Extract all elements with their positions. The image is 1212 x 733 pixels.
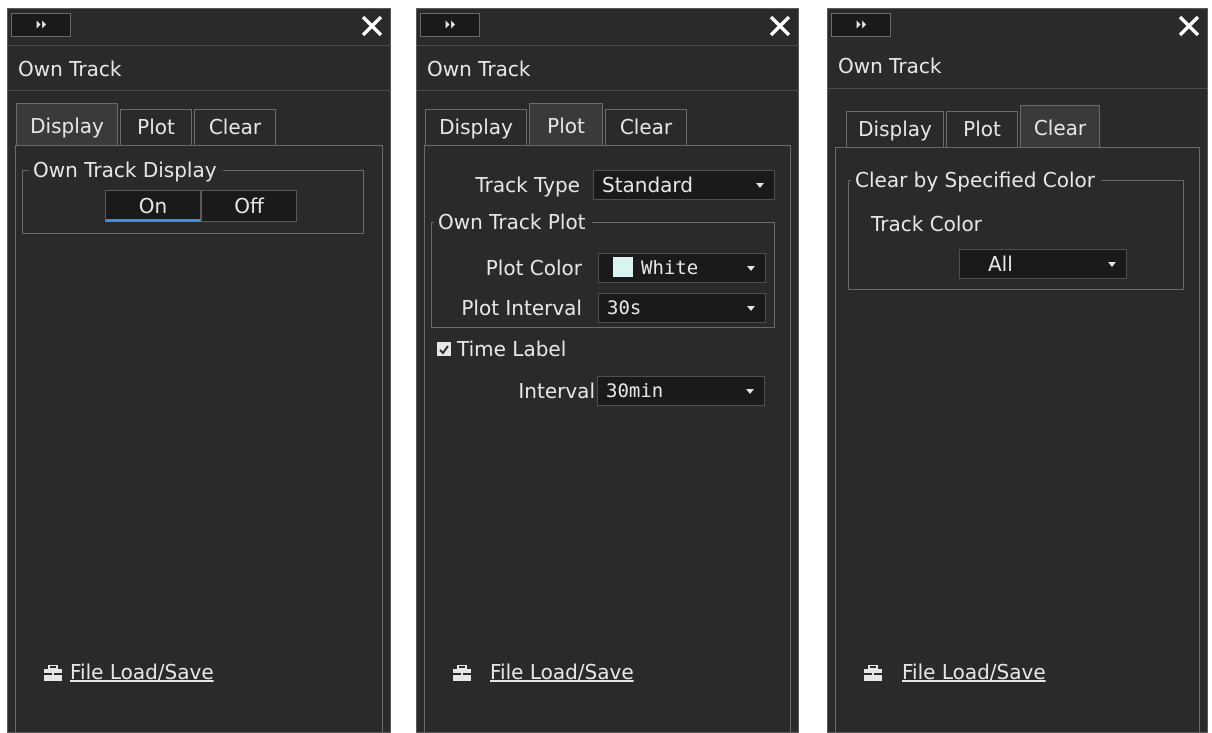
plot-color-label: Plot Color (485, 256, 582, 280)
tab-content: Clear by Specified Color Track Color All (835, 147, 1200, 732)
panel-title: Own Track (828, 43, 1207, 89)
plot-interval-value: 30s (607, 297, 642, 319)
tab-plot[interactable]: Plot (529, 103, 603, 145)
file-load-save-link[interactable]: File Load/Save (902, 659, 1046, 685)
tab-clear[interactable]: Clear (194, 109, 276, 145)
tab-plot[interactable]: Plot (946, 111, 1018, 147)
tab-display[interactable]: Display (846, 111, 944, 147)
own-track-plot-group: Own Track Plot Plot Color White Plot Int… (431, 209, 775, 328)
panel-title: Own Track (8, 45, 390, 91)
toolbox-icon (864, 665, 882, 681)
close-button[interactable] (359, 13, 385, 39)
track-type-value: Standard (602, 173, 693, 197)
track-color-label: Track Color (871, 212, 982, 236)
expand-button[interactable]: ⏵⏵ (831, 13, 891, 37)
panel-title: Own Track (417, 45, 798, 91)
toolbox-icon (44, 665, 62, 681)
file-load-save-link[interactable]: File Load/Save (70, 659, 214, 685)
track-color-select[interactable]: All (959, 249, 1127, 279)
group-legend: Clear by Specified Color (851, 167, 1101, 193)
close-button[interactable] (1176, 13, 1202, 39)
file-load-save-link[interactable]: File Load/Save (490, 659, 634, 685)
tab-content: Track Type Standard Own Track Plot Plot … (424, 145, 791, 732)
chevron-down-icon (746, 389, 754, 394)
close-button[interactable] (767, 13, 793, 39)
tab-content: Own Track Display On Off (15, 145, 383, 732)
tab-plot[interactable]: Plot (120, 109, 192, 145)
chevron-down-icon (747, 306, 755, 311)
panel-titlebar: ⏵⏵ (417, 9, 798, 45)
close-icon (769, 15, 791, 37)
plot-color-value-wrap: White (613, 254, 698, 282)
on-button[interactable]: On (105, 190, 201, 222)
time-label-checkbox[interactable] (437, 342, 451, 356)
panel-titlebar: ⏵⏵ (8, 9, 390, 45)
checkmark-icon (439, 345, 449, 355)
chevron-down-icon (1108, 262, 1116, 267)
plot-color-select[interactable]: White (598, 253, 766, 283)
off-button[interactable]: Off (201, 190, 297, 222)
panel-titlebar: ⏵⏵ (828, 9, 1207, 45)
color-swatch (613, 257, 633, 277)
group-legend: Own Track Display (29, 157, 223, 183)
tab-clear[interactable]: Clear (1020, 105, 1100, 147)
interval-value: 30min (606, 380, 664, 402)
own-track-panel-display: ⏵⏵ Own Track Display Plot Clear Own Trac… (7, 8, 391, 733)
close-icon (361, 15, 383, 37)
chevron-down-icon (747, 266, 755, 271)
expand-button[interactable]: ⏵⏵ (420, 13, 480, 37)
track-color-value: All (988, 252, 1013, 276)
tab-display[interactable]: Display (425, 109, 527, 145)
plot-color-value: White (641, 257, 699, 279)
tab-display[interactable]: Display (16, 103, 118, 145)
clear-by-color-group: Clear by Specified Color Track Color All (848, 167, 1184, 290)
own-track-display-group: Own Track Display On Off (22, 157, 364, 234)
time-label-text: Time Label (457, 337, 567, 361)
group-legend: Own Track Plot (434, 209, 592, 235)
plot-interval-label: Plot Interval (461, 296, 582, 320)
tab-clear[interactable]: Clear (605, 109, 687, 145)
interval-select[interactable]: 30min (597, 376, 765, 406)
plot-interval-select[interactable]: 30s (598, 293, 766, 323)
toolbox-icon (453, 665, 471, 681)
chevron-down-icon (756, 183, 764, 188)
own-track-panel-plot: ⏵⏵ Own Track Display Plot Clear Track Ty… (416, 8, 799, 733)
own-track-panel-clear: ⏵⏵ Own Track Display Plot Clear Clear by… (827, 8, 1208, 733)
track-type-select[interactable]: Standard (593, 170, 775, 200)
track-type-label: Track Type (475, 173, 580, 197)
close-icon (1178, 15, 1200, 37)
expand-button[interactable]: ⏵⏵ (11, 13, 71, 37)
interval-label: Interval (518, 379, 595, 403)
